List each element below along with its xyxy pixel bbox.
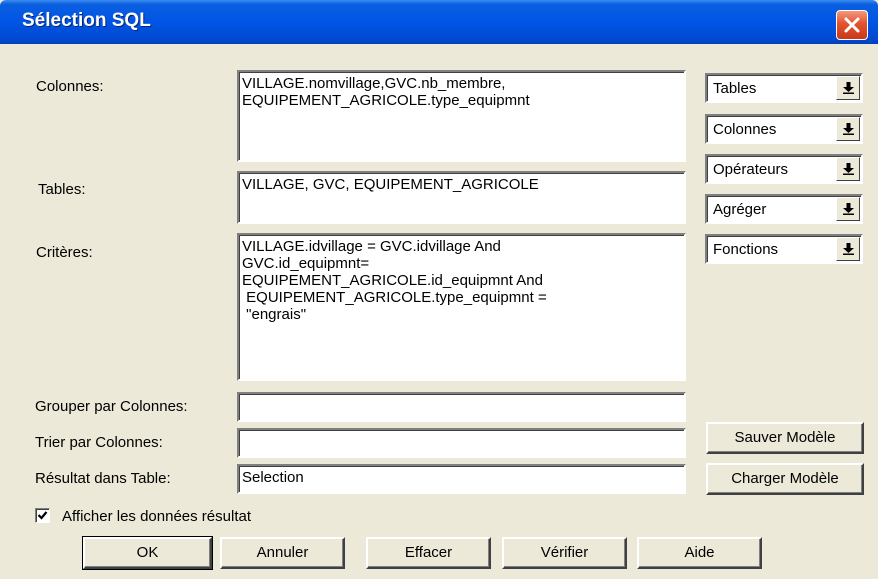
dropdown-arrow-icon <box>843 243 854 255</box>
operateurs-combo[interactable]: Opérateurs <box>705 154 863 184</box>
dropdown-arrow-icon <box>843 123 854 135</box>
clear-button[interactable]: Effacer <box>366 537 491 569</box>
tables-combo[interactable]: Tables <box>705 73 863 103</box>
sql-selection-dialog: Sélection SQL Colonnes: Tables: Critères… <box>0 0 878 579</box>
agreger-combo-button[interactable] <box>836 197 860 221</box>
show-results-label[interactable]: Afficher les données résultat <box>62 508 251 525</box>
colonnes-label: Colonnes: <box>36 78 104 95</box>
operateurs-combo-button[interactable] <box>836 157 860 181</box>
tables-combo-label: Tables <box>713 80 757 97</box>
title-bar[interactable]: Sélection SQL <box>0 0 878 44</box>
fonctions-combo-button[interactable] <box>836 237 860 261</box>
colonnes-combo-button[interactable] <box>836 117 860 141</box>
window-title: Sélection SQL <box>22 10 151 31</box>
colonnes-combo[interactable]: Colonnes <box>705 114 863 144</box>
ok-button[interactable]: OK <box>82 536 213 570</box>
checkmark-icon <box>37 511 48 520</box>
tables-label: Tables: <box>38 181 86 198</box>
colonnes-combo-label: Colonnes <box>713 121 777 138</box>
criteres-field[interactable]: VILLAGE.idvillage = GVC.idvillage And GV… <box>237 233 686 381</box>
tables-combo-button[interactable] <box>836 76 860 100</box>
save-model-button[interactable]: Sauver Modèle <box>706 422 864 454</box>
fonctions-combo[interactable]: Fonctions <box>705 234 863 264</box>
load-model-button[interactable]: Charger Modèle <box>706 463 864 495</box>
agreger-combo-label: Agréger <box>713 201 767 218</box>
resultat-label: Résultat dans Table: <box>35 470 171 487</box>
tables-field[interactable]: VILLAGE, GVC, EQUIPEMENT_AGRICOLE <box>237 171 686 224</box>
colonnes-field[interactable]: VILLAGE.nomvillage,GVC.nb_membre, EQUIPE… <box>237 70 686 162</box>
agreger-combo[interactable]: Agréger <box>705 194 863 224</box>
grouper-label: Grouper par Colonnes: <box>35 398 188 415</box>
trier-field[interactable] <box>237 428 686 458</box>
grouper-field[interactable] <box>237 392 686 422</box>
dropdown-arrow-icon <box>843 163 854 175</box>
cancel-button[interactable]: Annuler <box>220 537 345 569</box>
show-results-checkbox[interactable] <box>35 508 50 523</box>
fonctions-combo-label: Fonctions <box>713 241 779 258</box>
help-button[interactable]: Aide <box>637 537 762 569</box>
dropdown-arrow-icon <box>843 203 854 215</box>
verify-button[interactable]: Vérifier <box>502 537 627 569</box>
close-icon <box>844 17 860 33</box>
criteres-label: Critères: <box>36 244 93 261</box>
operateurs-combo-label: Opérateurs <box>713 161 789 178</box>
dropdown-arrow-icon <box>843 82 854 94</box>
trier-label: Trier par Colonnes: <box>35 434 163 451</box>
close-button[interactable] <box>836 10 868 40</box>
resultat-field[interactable]: Selection <box>237 464 686 494</box>
